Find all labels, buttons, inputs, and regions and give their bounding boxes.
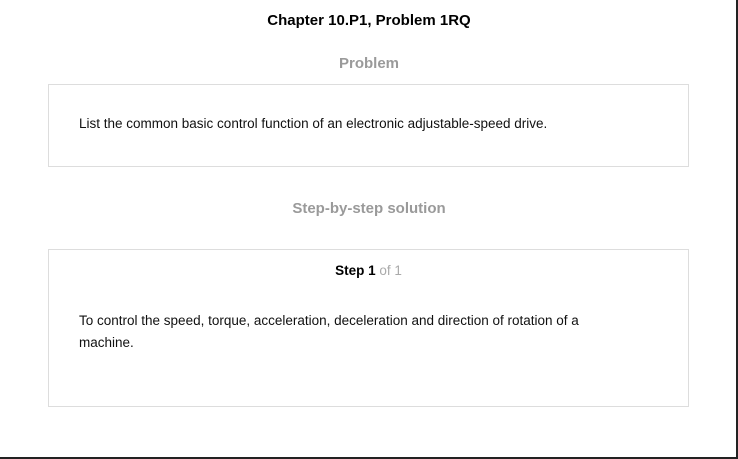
problem-text: List the common basic control function o… xyxy=(79,116,548,131)
step-label: Step 1 xyxy=(335,263,376,278)
step-count: of 1 xyxy=(379,263,402,278)
step-indicator: Step 1 of 1 xyxy=(49,263,688,278)
page-title: Chapter 10.P1, Problem 1RQ xyxy=(267,12,471,29)
problem-box: List the common basic control function o… xyxy=(48,84,689,167)
solution-step-box: Step 1 of 1 To control the speed, torque… xyxy=(48,249,689,407)
solution-heading: Step-by-step solution xyxy=(292,200,446,217)
solution-text: To control the speed, torque, accelerati… xyxy=(79,313,579,350)
problem-heading: Problem xyxy=(338,55,399,72)
